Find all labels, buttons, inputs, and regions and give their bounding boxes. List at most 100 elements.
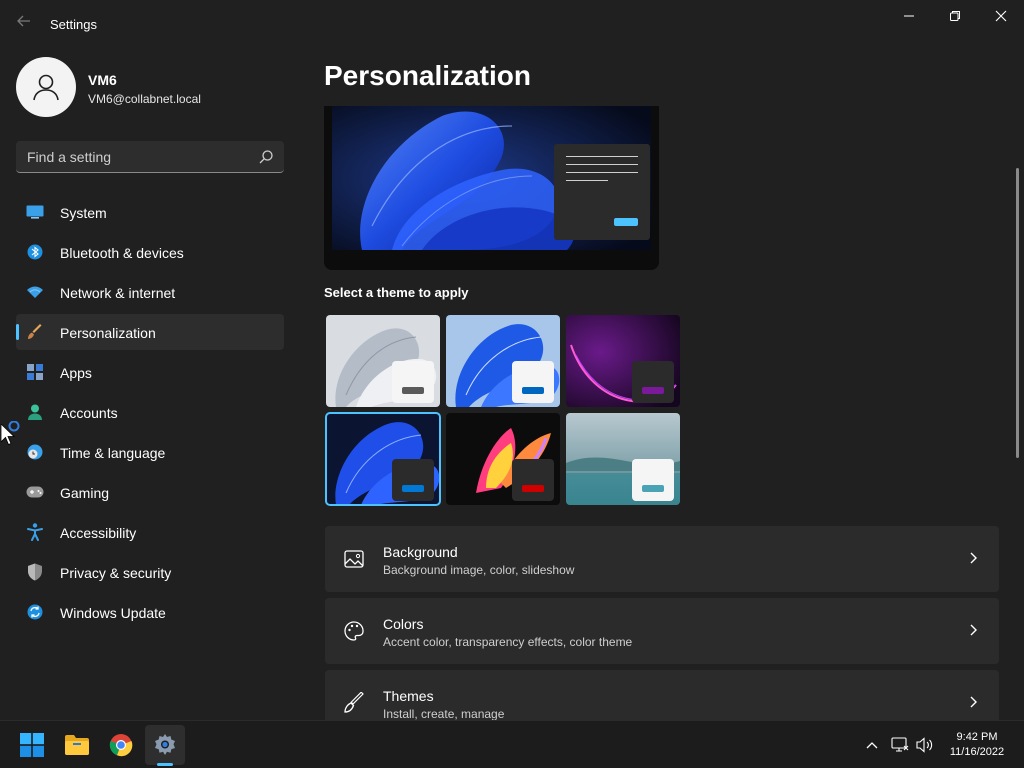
card-title: Colors [383, 616, 424, 632]
sidebar-item-label: Accessibility [60, 525, 137, 541]
theme-card [512, 361, 554, 403]
sidebar-item-label: Privacy & security [60, 565, 172, 581]
theme-windows-dark[interactable] [325, 412, 441, 506]
system-icon [26, 203, 44, 221]
sidebar-item-label: Time & language [60, 445, 166, 461]
card-subtitle: Background image, color, slideshow [383, 563, 575, 577]
search-box[interactable] [16, 141, 284, 173]
settings-button[interactable] [145, 725, 185, 765]
card-title: Background [383, 544, 458, 560]
file-explorer-button[interactable] [57, 725, 97, 765]
clock-time: 9:42 PM [956, 731, 998, 743]
theme-card [632, 459, 674, 501]
network-icon[interactable] [890, 735, 910, 755]
back-button[interactable] [10, 12, 38, 36]
search-icon[interactable] [258, 149, 274, 165]
sidebar-item-privacy-security[interactable]: Privacy & security [16, 554, 284, 590]
sidebar-item-time-language[interactable]: Time & language [16, 434, 284, 470]
start-button[interactable] [12, 725, 52, 765]
minimize-icon [904, 15, 914, 17]
theme-windows-bloom-light[interactable] [446, 315, 560, 407]
sidebar-item-windows-update[interactable]: Windows Update [16, 594, 284, 630]
sidebar-item-label: Accounts [60, 405, 118, 421]
clock-date: 11/16/2022 [949, 746, 1005, 758]
sidebar-nav: System Bluetooth & devices Network & int… [16, 194, 284, 634]
brush-icon [26, 323, 44, 341]
theme-captured-motion[interactable] [446, 413, 560, 505]
close-icon [995, 10, 1007, 22]
background-card[interactable]: Background Background image, color, slid… [325, 526, 999, 592]
taskbar: 9:42 PM 11/16/2022 [0, 720, 1024, 768]
user-icon [33, 74, 59, 101]
theme-flow[interactable] [566, 413, 680, 505]
themes-label: Select a theme to apply [324, 285, 469, 300]
sidebar-item-label: Bluetooth & devices [60, 245, 184, 261]
chevron-right-icon [970, 552, 977, 564]
file-explorer-icon [65, 735, 89, 755]
theme-card [392, 361, 434, 403]
chevron-up-icon[interactable] [862, 735, 882, 755]
image-icon [344, 550, 364, 568]
theme-accent-bar [642, 485, 664, 492]
brush-icon [344, 692, 364, 713]
theme-preview [324, 106, 659, 270]
avatar [16, 57, 76, 117]
sidebar-item-label: Apps [60, 365, 92, 381]
user-name: VM6 [88, 72, 117, 88]
bluetooth-icon [26, 243, 44, 261]
title-bar: Settings [0, 0, 1024, 48]
preview-window [554, 144, 650, 240]
card-subtitle: Accent color, transparency effects, colo… [383, 635, 633, 649]
sidebar-item-label: Personalization [60, 325, 156, 341]
maximize-icon [950, 11, 960, 21]
chrome-icon [109, 734, 133, 757]
colors-card[interactable]: Colors Accent color, transparency effect… [325, 598, 999, 664]
time-language-icon [26, 443, 44, 461]
wallpaper-preview [332, 106, 651, 250]
theme-accent-bar [402, 387, 424, 394]
preview-line [566, 180, 608, 181]
maximize-button[interactable] [932, 0, 978, 32]
system-clock[interactable]: 9:42 PM 11/16/2022 [940, 730, 1014, 760]
palette-icon [344, 621, 364, 641]
wifi-icon [26, 283, 44, 301]
active-app-indicator [157, 763, 173, 766]
user-profile[interactable]: VM6 VM6@collabnet.local [16, 57, 286, 117]
theme-card [632, 361, 674, 403]
page-title: Personalization [324, 60, 531, 91]
sidebar-item-network[interactable]: Network & internet [16, 274, 284, 310]
card-title: Themes [383, 688, 434, 704]
card-subtitle: Install, create, manage [383, 707, 505, 721]
sidebar-item-system[interactable]: System [16, 194, 284, 230]
theme-accent-bar [522, 387, 544, 394]
back-arrow-icon [17, 15, 30, 27]
windows-update-icon [26, 603, 44, 621]
sidebar-item-bluetooth[interactable]: Bluetooth & devices [16, 234, 284, 270]
settings-list: Background Background image, color, slid… [325, 526, 999, 742]
minimize-button[interactable] [886, 0, 932, 32]
chrome-button[interactable] [101, 725, 141, 765]
settings-icon [155, 734, 175, 755]
theme-grid [324, 313, 684, 507]
search-input[interactable] [16, 141, 246, 172]
sidebar-item-accessibility[interactable]: Accessibility [16, 514, 284, 550]
busy-cursor-icon [1, 421, 20, 446]
apps-icon [26, 363, 44, 381]
theme-accent-bar [642, 387, 664, 394]
accessibility-icon [26, 523, 44, 541]
sidebar-item-apps[interactable]: Apps [16, 354, 284, 390]
preview-accent-button [614, 218, 638, 226]
sidebar-item-label: System [60, 205, 107, 221]
theme-glow[interactable] [566, 315, 680, 407]
user-email: VM6@collabnet.local [88, 92, 201, 106]
theme-windows-light[interactable] [326, 315, 440, 407]
volume-icon[interactable] [915, 735, 935, 755]
sidebar-item-label: Network & internet [60, 285, 176, 301]
sidebar-item-personalization[interactable]: Personalization [16, 314, 284, 350]
sidebar-item-accounts[interactable]: Accounts [16, 394, 284, 430]
sidebar-item-gaming[interactable]: Gaming [16, 474, 284, 510]
theme-accent-bar [522, 485, 544, 492]
theme-card [392, 459, 434, 501]
scrollbar[interactable] [1016, 168, 1019, 458]
close-button[interactable] [978, 0, 1024, 32]
